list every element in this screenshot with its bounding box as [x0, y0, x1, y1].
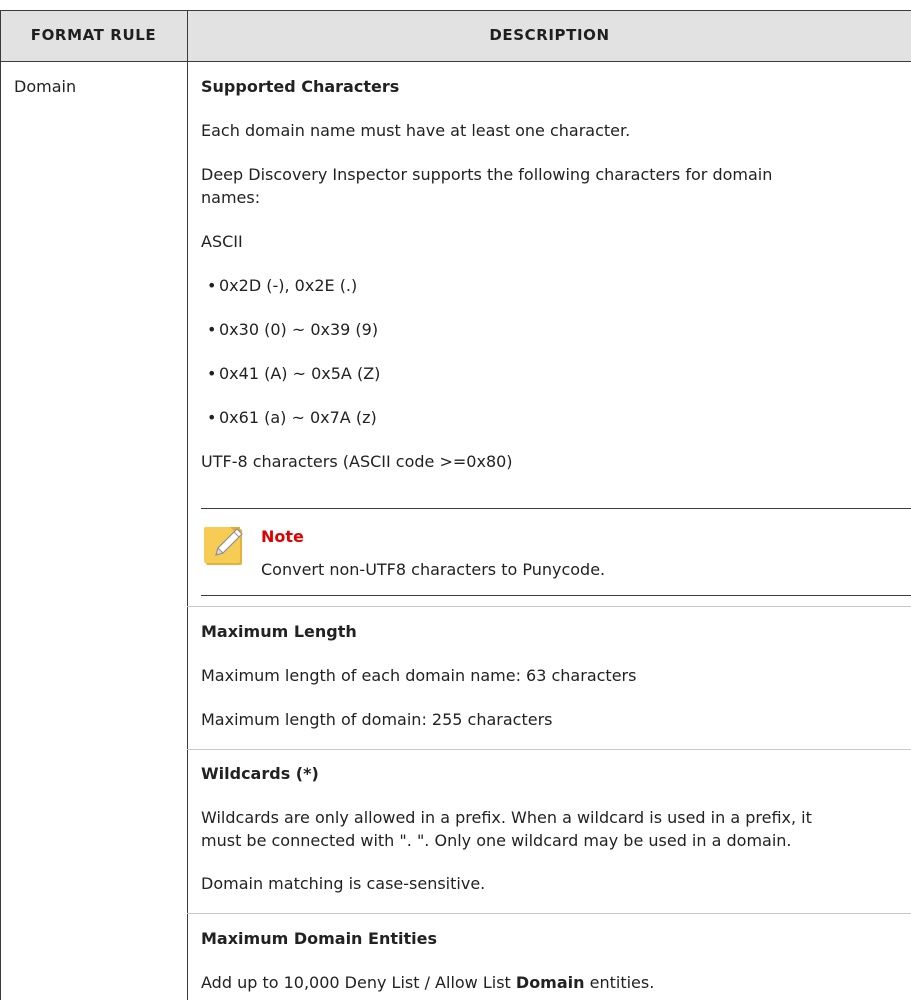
supported-p2-line2: names: [201, 188, 261, 207]
wildcards-p1-line1: Wildcards are only allowed in a prefix. … [201, 808, 812, 827]
supported-p2-line1: Deep Discovery Inspector supports the fo… [201, 165, 773, 184]
entities-text-bold: Domain [515, 973, 585, 992]
note-top-rule [201, 508, 911, 509]
column-header-description: DESCRIPTION [489, 26, 610, 44]
format-rule-domain: Domain [14, 77, 77, 96]
ascii-item: 0x2D (-), 0x2E (.) [219, 276, 358, 295]
note-bottom-rule [201, 595, 911, 596]
wildcards-heading: Wildcards (*) [201, 764, 319, 783]
utf8-text: UTF-8 characters (ASCII code >=0x80) [201, 452, 513, 471]
format-rules-table: FORMAT RULE DESCRIPTION Domain Supported… [0, 0, 911, 1000]
max-length-p2: Maximum length of domain: 255 characters [201, 710, 553, 729]
wildcards-p2: Domain matching is case-sensitive. [201, 874, 486, 893]
note-text: Convert non-UTF8 characters to Punycode. [261, 560, 606, 579]
bullet-icon: • [207, 408, 217, 427]
ascii-item: 0x61 (a) ~ 0x7A (z) [219, 408, 377, 427]
section-divider [187, 606, 911, 607]
bullet-icon: • [207, 364, 217, 383]
table-left-border [0, 10, 1, 1000]
entities-text-before: Add up to 10,000 Deny List / Allow List [201, 973, 516, 992]
wildcards-p1-line2: must be connected with ". ". Only one wi… [201, 831, 792, 850]
supported-p1: Each domain name must have at least one … [201, 121, 631, 140]
entities-text: Add up to 10,000 Deny List / Allow List … [201, 973, 654, 992]
ascii-item: 0x30 (0) ~ 0x39 (9) [219, 320, 379, 339]
header-bottom-border [0, 61, 911, 62]
section-divider [187, 749, 911, 750]
entities-heading: Maximum Domain Entities [201, 929, 437, 948]
entities-text-after: entities. [584, 973, 655, 992]
supported-characters-heading: Supported Characters [201, 77, 400, 96]
ascii-item: 0x41 (A) ~ 0x5A (Z) [219, 364, 381, 383]
note-icon [204, 522, 248, 568]
bullet-icon: • [207, 320, 217, 339]
bullet-icon: • [207, 276, 217, 295]
section-divider [187, 913, 911, 914]
max-length-p1: Maximum length of each domain name: 63 c… [201, 666, 637, 685]
column-header-format-rule: FORMAT RULE [30, 26, 157, 44]
ascii-label: ASCII [201, 232, 243, 251]
column-divider [187, 10, 188, 1000]
max-length-heading: Maximum Length [201, 622, 357, 641]
note-title: Note [261, 527, 304, 546]
